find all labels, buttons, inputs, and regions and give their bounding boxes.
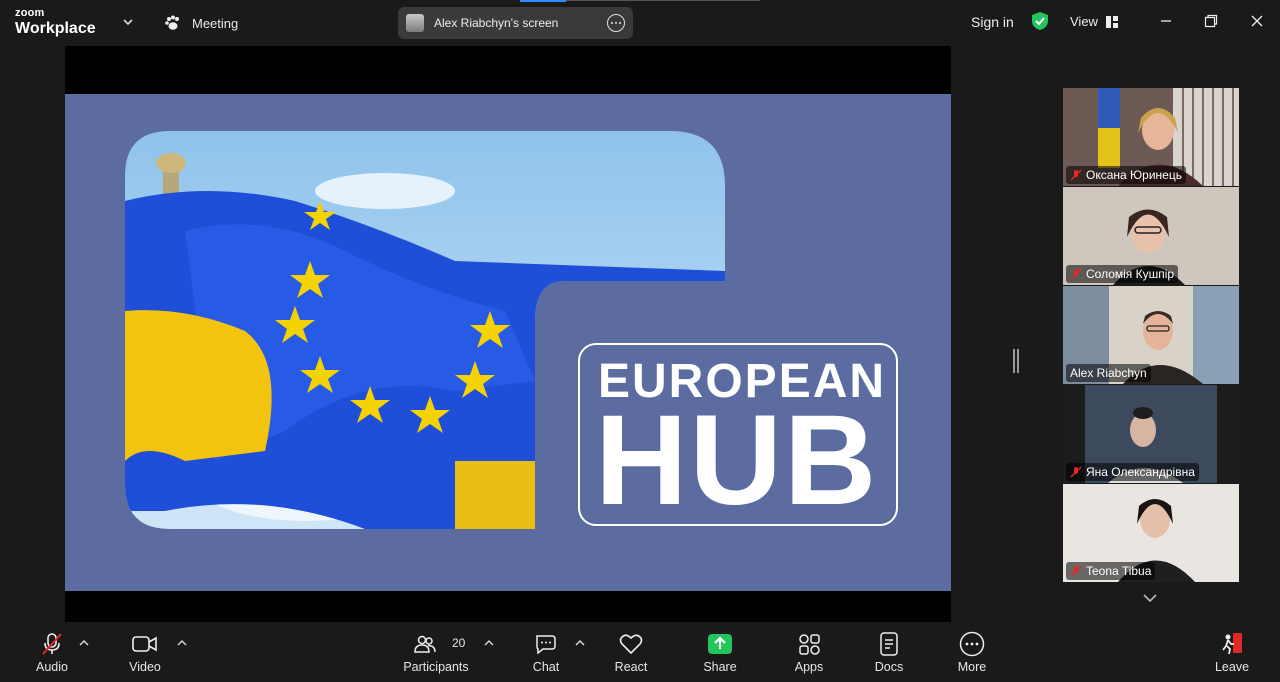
share-screen-icon xyxy=(707,632,733,656)
participant-name-tag: Яна Олександрівна xyxy=(1066,463,1199,481)
avatar xyxy=(406,14,424,32)
slide-title-line2: HUB xyxy=(595,389,879,532)
participants-label: Participants xyxy=(403,660,469,674)
participant-name-tag: Соломія Кушпір xyxy=(1066,265,1179,283)
top-bar: zoom Workplace Meeting Alex Riabchyn's s… xyxy=(0,0,1280,46)
leave-icon xyxy=(1219,632,1245,656)
leave-button[interactable]: Leave xyxy=(1211,622,1253,682)
leave-label: Leave xyxy=(1214,660,1250,674)
participant-tile[interactable]: Оксана Юринець xyxy=(1063,88,1239,186)
chat-button[interactable]: Chat xyxy=(526,622,566,682)
grid-layout-icon xyxy=(1105,15,1118,28)
mic-muted-icon xyxy=(1070,268,1082,280)
meeting-controls: Audio Video Participants 20 Chat React S… xyxy=(0,622,1280,682)
screen-share-pill[interactable]: Alex Riabchyn's screen xyxy=(398,7,633,39)
restore-icon[interactable] xyxy=(1203,13,1219,29)
participant-tile[interactable]: Яна Олександрівна xyxy=(1063,385,1239,483)
screen-share-label: Alex Riabchyn's screen xyxy=(434,16,559,30)
view-button[interactable]: View xyxy=(1070,14,1118,29)
chat-options-caret-icon[interactable] xyxy=(575,639,585,647)
participant-tile-active-speaker[interactable]: Alex Riabchyn xyxy=(1063,286,1239,384)
minimize-icon[interactable] xyxy=(1158,13,1174,29)
more-label: More xyxy=(957,660,987,674)
more-options-icon[interactable] xyxy=(607,14,625,32)
paw-icon xyxy=(165,15,179,30)
react-button[interactable]: React xyxy=(610,622,652,682)
share-button[interactable]: Share xyxy=(699,622,741,682)
participant-name: Яна Олександрівна xyxy=(1086,465,1195,479)
apps-button[interactable]: Apps xyxy=(789,622,829,682)
meeting-info-button[interactable]: Meeting xyxy=(164,14,238,32)
participant-tile[interactable]: Teona Tibua xyxy=(1063,484,1239,582)
brand-bottom: Workplace xyxy=(15,20,96,37)
participant-tile[interactable]: Соломія Кушпір xyxy=(1063,187,1239,285)
heart-icon xyxy=(618,632,644,656)
mic-muted-icon xyxy=(1070,466,1082,478)
audio-button[interactable]: Audio xyxy=(30,622,74,682)
chevron-down-icon[interactable] xyxy=(122,16,134,28)
audio-label: Audio xyxy=(36,660,68,674)
participant-name: Alex Riabchyn xyxy=(1070,366,1147,380)
video-button[interactable]: Video xyxy=(123,622,167,682)
react-label: React xyxy=(614,660,648,674)
brand-top: zoom xyxy=(15,7,45,19)
participants-options-caret-icon[interactable] xyxy=(484,639,494,647)
apps-icon xyxy=(796,632,822,656)
chat-icon xyxy=(533,632,559,656)
video-label: Video xyxy=(129,660,161,674)
close-icon[interactable] xyxy=(1249,13,1265,29)
view-label: View xyxy=(1070,14,1098,29)
gallery-scroll-down-icon[interactable] xyxy=(1142,592,1158,604)
panel-resize-handle[interactable] xyxy=(1013,349,1019,373)
participant-name-tag: Оксана Юринець xyxy=(1066,166,1186,184)
more-button[interactable]: More xyxy=(952,622,992,682)
top-divider xyxy=(566,0,760,1)
sign-in-link[interactable]: Sign in xyxy=(971,14,1014,30)
shield-check-icon[interactable] xyxy=(1031,11,1049,31)
camera-icon xyxy=(132,632,158,656)
participant-name: Teona Tibua xyxy=(1086,564,1152,578)
participant-name: Оксана Юринець xyxy=(1086,168,1182,182)
apps-label: Apps xyxy=(794,660,824,674)
participants-button[interactable]: Participants xyxy=(400,622,472,682)
participant-name-tag: Alex Riabchyn xyxy=(1066,364,1151,382)
video-options-caret-icon[interactable] xyxy=(177,639,187,647)
docs-button[interactable]: Docs xyxy=(869,622,909,682)
participant-name: Соломія Кушпір xyxy=(1086,267,1175,281)
app-logo[interactable]: zoom Workplace xyxy=(15,8,96,37)
mic-muted-icon xyxy=(1070,565,1082,577)
meeting-label: Meeting xyxy=(192,15,239,31)
shared-slide: EUROPEAN HUB xyxy=(65,94,951,591)
participants-icon xyxy=(412,632,438,656)
participant-name-tag: Teona Tibua xyxy=(1066,562,1156,580)
chat-label: Chat xyxy=(532,660,560,674)
docs-label: Docs xyxy=(874,660,904,674)
audio-options-caret-icon[interactable] xyxy=(79,639,89,647)
share-label: Share xyxy=(703,660,737,674)
more-icon xyxy=(959,631,985,657)
document-icon xyxy=(876,632,902,656)
mic-muted-icon xyxy=(39,632,65,656)
mic-muted-icon xyxy=(1070,169,1082,181)
window-focus-indicator xyxy=(520,0,566,2)
participants-count-badge: 20 xyxy=(452,636,466,650)
